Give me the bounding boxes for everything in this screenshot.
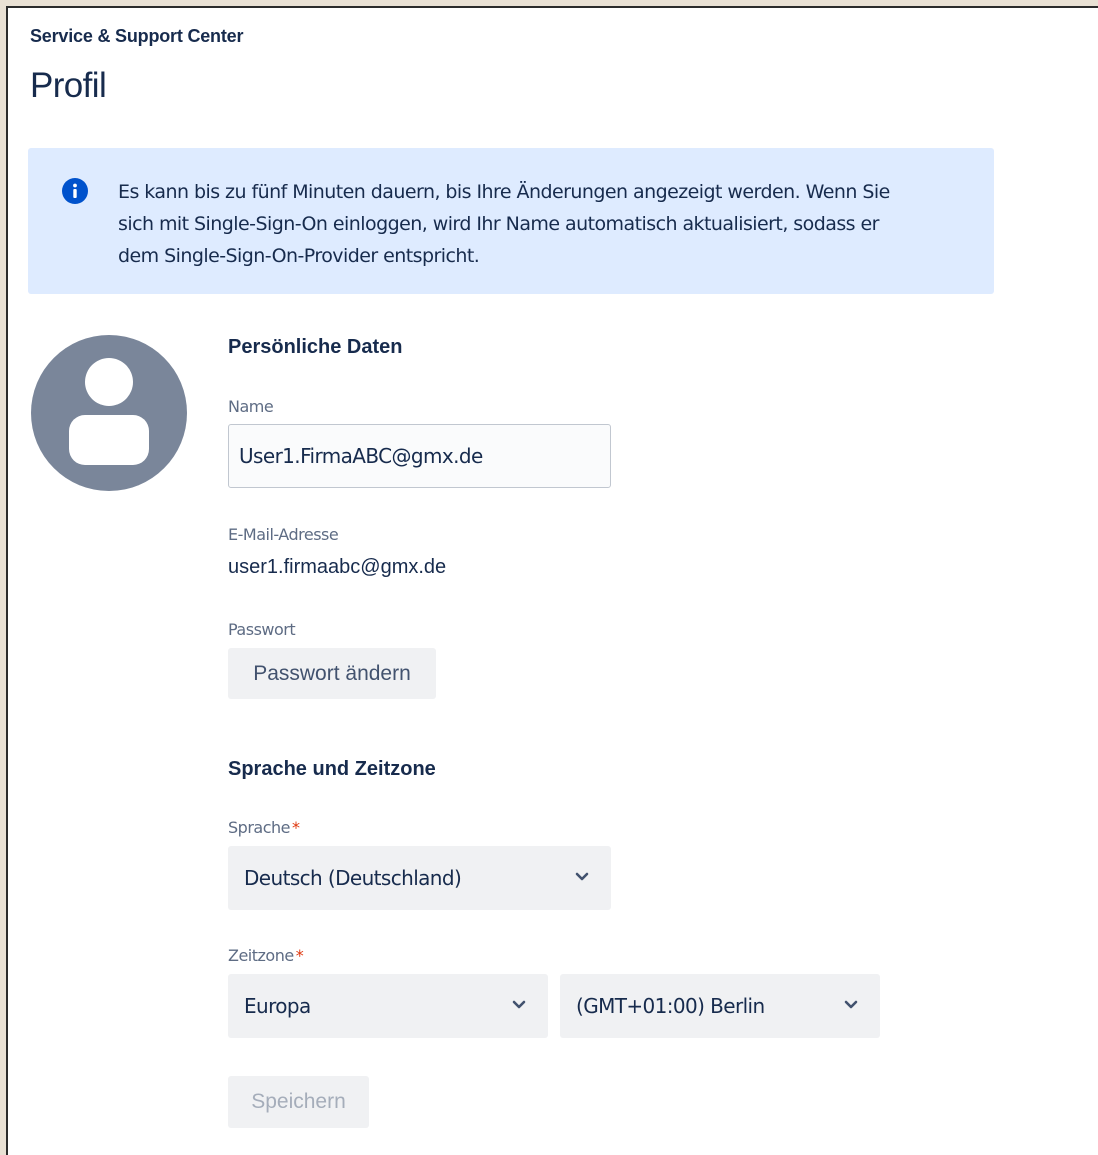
service-center-title[interactable]: Service & Support Center [30, 26, 243, 47]
change-password-button[interactable]: Passwort ändern [228, 648, 436, 699]
chevron-down-icon [575, 872, 589, 881]
password-label: Passwort [228, 620, 296, 639]
info-banner: Es kann bis zu fünf Minuten dauern, bis … [28, 148, 994, 294]
language-select[interactable]: Deutsch (Deutschland) [228, 846, 611, 910]
name-input[interactable] [228, 424, 611, 488]
timezone-label: Zeitzone * [228, 946, 304, 965]
region-select-value: Europa [244, 994, 311, 1018]
required-marker: * [291, 818, 300, 837]
info-message: Es kann bis zu fünf Minuten dauern, bis … [118, 176, 978, 272]
email-value: user1.firmaabc@gmx.de [228, 556, 447, 578]
info-message-line: Es kann bis zu fünf Minuten dauern, bis … [118, 181, 890, 203]
language-select-value: Deutsch (Deutschland) [244, 866, 462, 890]
chevron-down-icon [844, 1000, 858, 1009]
language-label-text: Sprache [228, 818, 290, 837]
language-label: Sprache * [228, 818, 300, 837]
user-avatar-icon[interactable] [31, 335, 187, 491]
page-title: Profil [30, 66, 107, 105]
region-select[interactable]: Europa [228, 974, 548, 1038]
info-icon [62, 178, 88, 204]
personal-data-heading: Persönliche Daten [228, 336, 403, 358]
profile-page: Service & Support Center Profil Es kann … [6, 6, 1098, 1155]
language-timezone-heading: Sprache und Zeitzone [228, 758, 436, 780]
info-message-line: dem Single-Sign-On-Provider entspricht. [118, 245, 480, 267]
info-message-line: sich mit Single-Sign-On einloggen, wird … [118, 213, 879, 235]
save-button[interactable]: Speichern [228, 1076, 369, 1128]
chevron-down-icon [512, 1000, 526, 1009]
timezone-select-value: (GMT+01:00) Berlin [576, 994, 765, 1018]
timezone-select[interactable]: (GMT+01:00) Berlin [560, 974, 880, 1038]
required-marker: * [295, 946, 304, 965]
name-label: Name [228, 397, 274, 416]
timezone-label-text: Zeitzone [228, 946, 294, 965]
email-label: E-Mail-Adresse [228, 525, 339, 544]
